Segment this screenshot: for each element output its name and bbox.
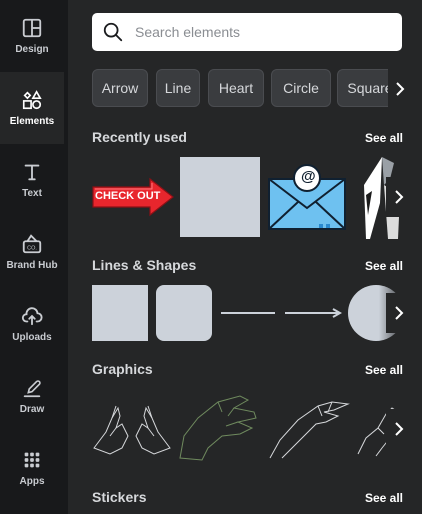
recently-used-scroll-right-button[interactable] xyxy=(386,177,412,217)
hands-graphic-tile-1[interactable] xyxy=(92,396,172,460)
chip-heart[interactable]: Heart xyxy=(208,69,264,107)
sidebar-item-label: Uploads xyxy=(12,332,52,343)
sidebar-item-apps[interactable]: Apps xyxy=(0,432,64,504)
lines-shapes-scroll-right-button[interactable] xyxy=(386,293,412,333)
see-all-stickers[interactable]: See all xyxy=(365,491,403,505)
text-icon xyxy=(24,164,40,181)
section-title-stickers: Stickers xyxy=(92,489,147,505)
sidebar-item-label: Brand Hub xyxy=(6,260,58,271)
search-icon xyxy=(103,22,123,42)
hand-graphic-tile-2[interactable] xyxy=(178,392,260,462)
sidebar-item-draw[interactable]: Draw xyxy=(0,360,64,432)
rounded-square-shape-tile[interactable] xyxy=(156,285,212,341)
section-title-graphics: Graphics xyxy=(92,361,153,377)
chip-arrow[interactable]: Arrow xyxy=(92,69,148,107)
section-title-recently-used: Recently used xyxy=(92,129,187,145)
arrow-line-graphic xyxy=(285,308,343,318)
shapes-icon xyxy=(22,90,42,110)
hands-line-art xyxy=(93,405,171,455)
sidebar-item-brand-hub[interactable]: CO. Brand Hub xyxy=(0,216,64,288)
hand-line-art xyxy=(179,395,257,461)
email-at-symbol: @ xyxy=(301,168,316,185)
elements-panel: Arrow Line Heart Circle Square Recently … xyxy=(68,0,422,514)
line-shape-tile[interactable] xyxy=(220,285,276,341)
arrow-line-shape-tile[interactable] xyxy=(284,285,343,341)
graphics-scroll-right-button[interactable] xyxy=(386,409,412,449)
checkout-arrow-text: CHECK OUT xyxy=(95,190,161,202)
layout-icon xyxy=(22,18,42,38)
square-shape-tile[interactable] xyxy=(92,285,148,341)
gray-square-tile[interactable] xyxy=(180,157,260,237)
upload-icon xyxy=(21,307,43,326)
sidebar-item-elements[interactable]: Elements xyxy=(0,72,64,144)
chip-circle[interactable]: Circle xyxy=(271,69,331,107)
sidebar-item-label: Text xyxy=(22,188,42,199)
hand-graphic-tile-3[interactable] xyxy=(268,398,352,460)
left-sidebar: Design Elements Text CO. Brand Hub Uploa… xyxy=(0,0,68,514)
hand-line-art xyxy=(269,401,350,459)
chevron-right-icon xyxy=(396,82,405,96)
brand-hub-icon: CO. xyxy=(22,234,42,254)
svg-text:CO.: CO. xyxy=(27,246,37,252)
see-all-graphics[interactable]: See all xyxy=(365,363,403,377)
chevron-right-icon xyxy=(395,306,404,320)
line-graphic xyxy=(221,312,275,314)
chevron-right-icon xyxy=(395,422,404,436)
sidebar-item-label: Apps xyxy=(19,476,45,487)
chip-line[interactable]: Line xyxy=(156,69,200,107)
see-all-recently-used[interactable]: See all xyxy=(365,131,403,145)
search-box[interactable] xyxy=(92,13,402,51)
section-title-lines-shapes: Lines & Shapes xyxy=(92,257,197,273)
sidebar-item-text[interactable]: Text xyxy=(0,144,64,216)
sidebar-item-design[interactable]: Design xyxy=(0,0,64,72)
chips-scroll-right-button[interactable] xyxy=(388,69,412,109)
filter-chips: Arrow Line Heart Circle Square xyxy=(92,69,412,109)
chevron-right-icon xyxy=(395,190,404,204)
sidebar-item-uploads[interactable]: Uploads xyxy=(0,288,64,360)
see-all-lines-shapes[interactable]: See all xyxy=(365,259,403,273)
search-input[interactable] xyxy=(133,23,377,41)
checkout-arrow-tile[interactable]: CHECK OUT xyxy=(92,177,174,217)
sidebar-item-label: Draw xyxy=(19,404,45,415)
draw-icon xyxy=(23,380,41,398)
sidebar-item-label: Elements xyxy=(9,116,55,127)
sidebar-item-label: Design xyxy=(15,44,49,55)
apps-grid-icon xyxy=(24,452,40,468)
email-envelope-tile[interactable]: @ xyxy=(266,162,348,234)
